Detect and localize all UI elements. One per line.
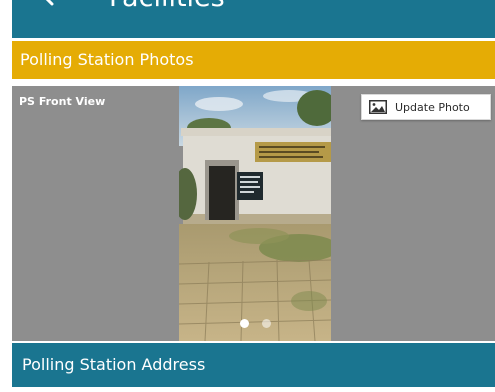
screen: Facilities Polling Station Photos PS Fro… [12, 0, 495, 392]
photo-label: PS Front View [19, 95, 106, 108]
update-photo-button[interactable]: Update Photo [361, 94, 491, 120]
section-title-address: Polling Station Address [22, 355, 206, 374]
carousel-dot[interactable] [261, 319, 271, 328]
update-photo-label: Update Photo [395, 100, 470, 114]
polling-station-photo[interactable] [179, 86, 331, 341]
image-icon [369, 100, 387, 114]
section-header-photos: Polling Station Photos [12, 41, 495, 79]
page-title: Facilities [109, 0, 225, 13]
carousel-dot-active[interactable] [239, 319, 249, 328]
back-arrow-icon[interactable] [34, 0, 62, 8]
carousel-indicator [179, 319, 331, 329]
section-title-photos: Polling Station Photos [20, 50, 194, 69]
section-header-address: Polling Station Address [12, 343, 495, 387]
app-bar: Facilities [12, 0, 495, 38]
photo-panel: PS Front View Update Photo [12, 86, 495, 341]
